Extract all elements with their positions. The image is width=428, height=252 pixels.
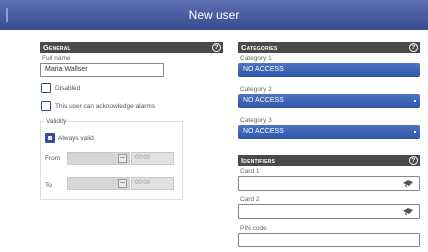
from-label: From	[45, 155, 61, 162]
always-valid-checkbox[interactable]	[45, 133, 55, 143]
general-header-label: General	[43, 43, 71, 52]
category-1-label: Category 1	[240, 55, 272, 62]
full-name-input[interactable]: Maria Wallser	[40, 63, 164, 77]
category-3-value: NO ACCESS	[243, 128, 284, 135]
always-valid-label: Always valid	[58, 135, 94, 142]
help-icon[interactable]: ?	[212, 43, 221, 52]
chevron-down-icon	[414, 131, 416, 133]
category-2-label: Category 2	[240, 86, 272, 93]
window-titlebar: New user	[0, 0, 428, 30]
calendar-icon	[118, 179, 127, 188]
pin-code-input[interactable]	[238, 233, 420, 247]
card-2-label: Card 2	[240, 196, 260, 203]
card-reader-icon[interactable]	[402, 207, 414, 216]
to-time-input: 00:00	[131, 177, 174, 190]
help-icon[interactable]: ?	[409, 43, 418, 52]
drag-handle[interactable]	[6, 8, 8, 22]
categories-section-header: Categories ?	[238, 42, 420, 53]
acknowledge-alarms-checkbox[interactable]	[41, 101, 51, 111]
window-title: New user	[188, 8, 240, 22]
identifiers-section-header: Identifiers ?	[238, 155, 420, 166]
categories-header-label: Categories	[241, 43, 278, 52]
validity-label: Validity	[44, 118, 69, 125]
category-2-value: NO ACCESS	[243, 97, 284, 104]
help-icon[interactable]: ?	[409, 156, 418, 165]
card-1-label: Card 1	[240, 168, 260, 175]
to-label: To	[45, 182, 52, 189]
to-date-input	[67, 177, 130, 190]
disabled-checkbox[interactable]	[41, 83, 51, 93]
category-3-label: Category 3	[240, 117, 272, 124]
category-1-value: NO ACCESS	[243, 66, 284, 73]
chevron-down-icon	[414, 100, 416, 102]
disabled-label: Disabled	[55, 85, 81, 92]
general-section-header: General ?	[40, 42, 223, 53]
card-1-input[interactable]	[238, 176, 420, 191]
category-3-select[interactable]: NO ACCESS	[238, 125, 420, 139]
identifiers-header-label: Identifiers	[241, 156, 276, 165]
category-2-select[interactable]: NO ACCESS	[238, 94, 420, 108]
full-name-label: Full name	[42, 55, 71, 62]
from-date-input	[67, 152, 130, 165]
calendar-icon	[118, 154, 127, 163]
card-2-input[interactable]	[238, 204, 420, 219]
category-1-select[interactable]: NO ACCESS	[238, 63, 420, 77]
acknowledge-alarms-label: This user can acknowledge alarms	[55, 103, 156, 110]
from-time-input: 00:00	[131, 152, 174, 165]
card-reader-icon[interactable]	[402, 179, 414, 188]
pin-code-label: PIN code	[240, 225, 267, 232]
